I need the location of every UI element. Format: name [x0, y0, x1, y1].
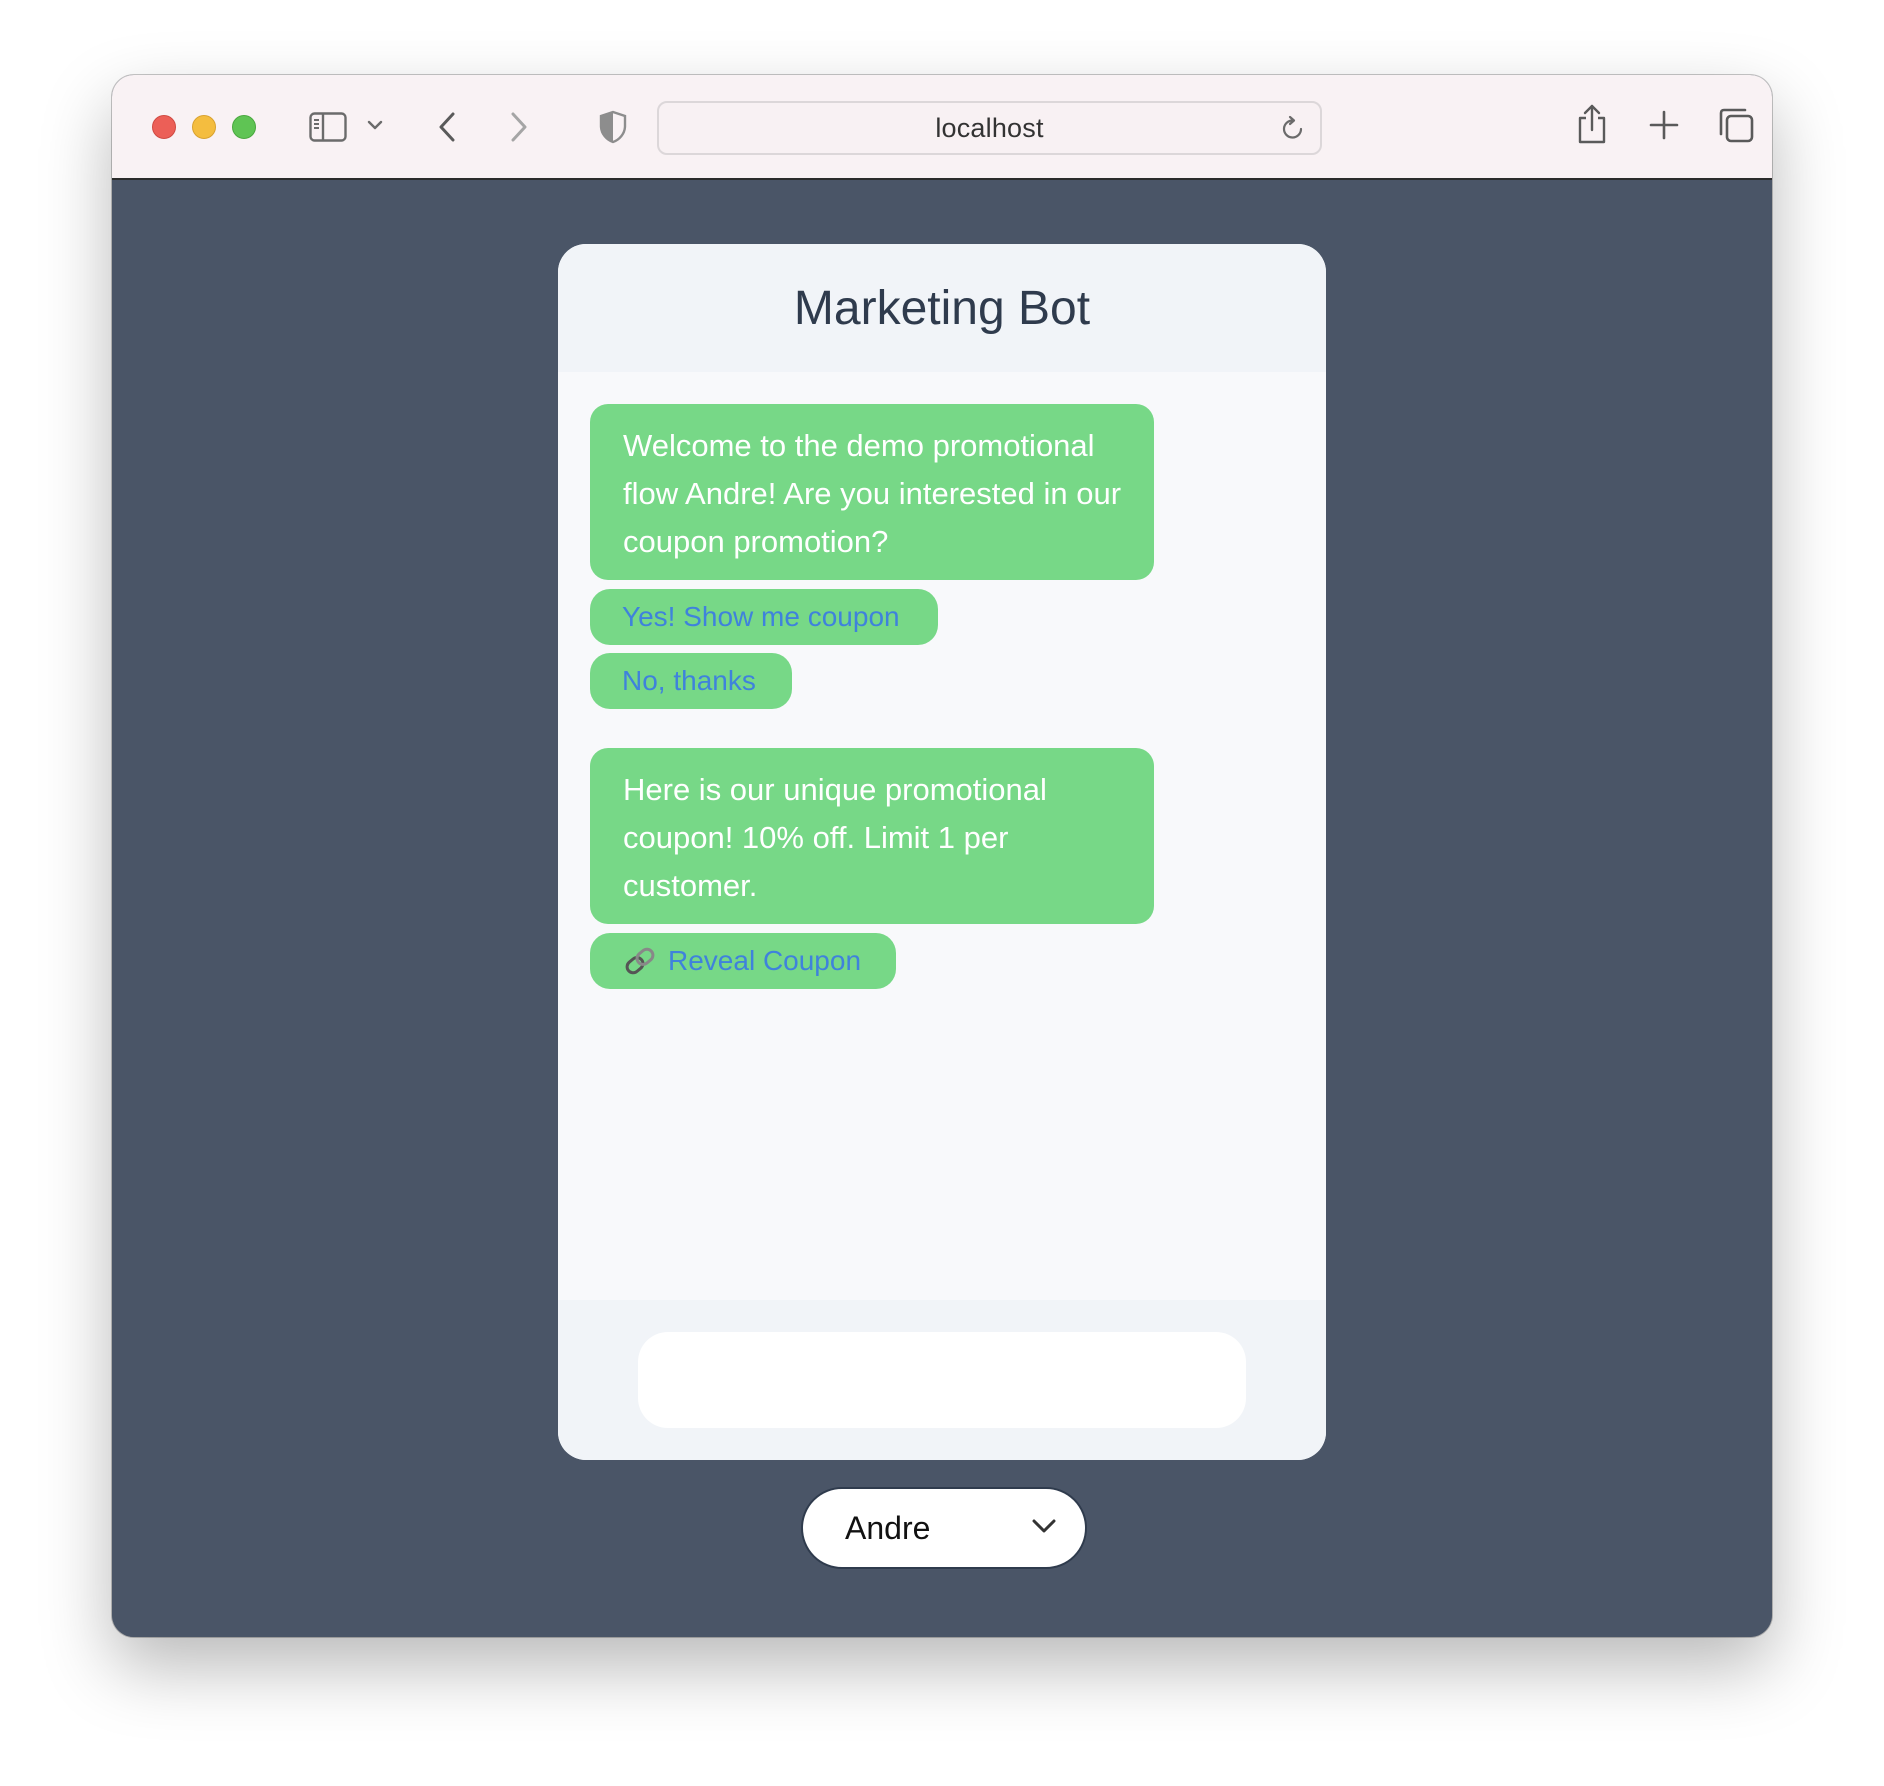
forward-arrow-icon[interactable]	[504, 107, 534, 147]
share-icon[interactable]	[1574, 101, 1610, 147]
new-tab-icon[interactable]	[1646, 107, 1682, 143]
address-bar[interactable]: localhost	[657, 101, 1322, 155]
minimize-window-button[interactable]	[192, 115, 216, 139]
tab-overview-icon[interactable]	[1716, 105, 1756, 145]
reveal-coupon-label: Reveal Coupon	[668, 945, 862, 976]
quick-reply-yes-button[interactable]: Yes! Show me coupon	[590, 589, 938, 645]
chat-message-input[interactable]	[638, 1332, 1246, 1428]
user-select-value: Andre	[845, 1509, 931, 1546]
reveal-coupon-button[interactable]: Reveal Coupon	[590, 933, 896, 989]
browser-window: localhost Marketing Bot Welcome to the d…	[112, 75, 1772, 1637]
chat-widget: Marketing Bot Welcome to the demo promot…	[558, 244, 1326, 1460]
quick-reply-label: No, thanks	[622, 665, 756, 696]
chat-title: Marketing Bot	[793, 281, 1091, 335]
close-window-button[interactable]	[152, 115, 176, 139]
zoom-window-button[interactable]	[232, 115, 256, 139]
chat-messages: Welcome to the demo promotional flow And…	[558, 372, 1326, 1300]
chevron-down-icon	[1031, 1517, 1057, 1540]
link-icon	[622, 944, 658, 978]
chevron-down-icon[interactable]	[365, 115, 385, 135]
bot-message: Welcome to the demo promotional flow And…	[590, 404, 1154, 580]
browser-toolbar: localhost	[112, 75, 1772, 180]
user-select-dropdown[interactable]: Andre	[801, 1487, 1087, 1569]
back-arrow-icon[interactable]	[432, 107, 462, 147]
sidebar-toggle-icon[interactable]	[308, 107, 348, 147]
chat-header: Marketing Bot	[558, 244, 1326, 372]
reload-icon[interactable]	[1280, 115, 1306, 143]
page-content: Marketing Bot Welcome to the demo promot…	[112, 182, 1772, 1637]
quick-reply-no-button[interactable]: No, thanks	[590, 653, 792, 709]
address-text: localhost	[935, 112, 1044, 143]
bot-message: Here is our unique promotional coupon! 1…	[590, 748, 1154, 924]
chat-footer	[558, 1300, 1326, 1460]
shield-icon[interactable]	[596, 107, 630, 147]
quick-reply-label: Yes! Show me coupon	[622, 601, 900, 632]
